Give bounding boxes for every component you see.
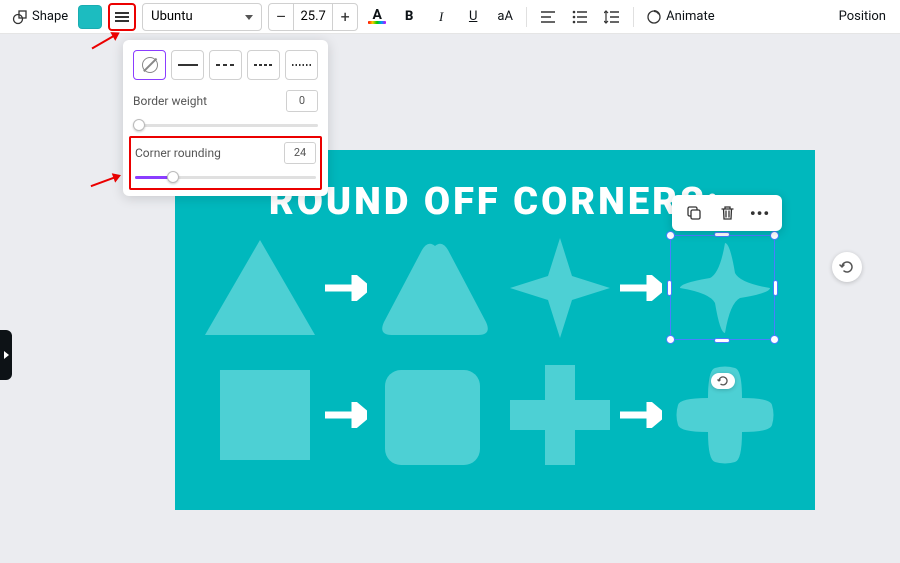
plus-sharp-shape[interactable] bbox=[510, 365, 610, 465]
font-size-decrease[interactable]: – bbox=[269, 7, 293, 26]
corner-rounding-value[interactable]: 24 bbox=[284, 142, 316, 164]
selection-context-toolbar: ••• bbox=[672, 195, 782, 231]
border-style-dotted[interactable] bbox=[285, 50, 318, 80]
animate-button[interactable]: Animate bbox=[642, 4, 718, 30]
selection-handle-nw[interactable] bbox=[666, 231, 675, 240]
font-size-value[interactable]: 25.7 bbox=[293, 4, 333, 30]
selection-handle-se[interactable] bbox=[770, 335, 779, 344]
border-style-none[interactable] bbox=[133, 50, 166, 80]
toolbar-separator bbox=[633, 7, 634, 27]
font-size-stepper: – 25.7 + bbox=[268, 3, 358, 31]
border-weight-value[interactable]: 0 bbox=[286, 90, 318, 112]
border-style-button[interactable] bbox=[108, 3, 136, 31]
shape-color-swatch[interactable] bbox=[78, 5, 102, 29]
arrow-right-icon bbox=[620, 275, 662, 301]
italic-button[interactable]: I bbox=[428, 4, 454, 30]
border-style-solid[interactable] bbox=[171, 50, 204, 80]
rotation-handle[interactable] bbox=[711, 373, 735, 389]
side-panel-expand-tab[interactable] bbox=[0, 330, 12, 380]
dot-line-icon bbox=[292, 64, 312, 66]
animate-label: Animate bbox=[666, 9, 714, 24]
alignment-button[interactable] bbox=[535, 4, 561, 30]
arrow-right-icon bbox=[325, 275, 367, 301]
underline-button[interactable]: U bbox=[460, 4, 486, 30]
selection-handle-ne[interactable] bbox=[770, 231, 779, 240]
annotation-arrow bbox=[92, 33, 119, 50]
border-style-popover: Border weight 0 Corner rounding 24 bbox=[123, 40, 328, 196]
triangle-sharp-shape[interactable] bbox=[205, 240, 315, 335]
annotation-highlight-box: Corner rounding 24 bbox=[129, 136, 322, 190]
list-icon bbox=[572, 10, 588, 24]
solid-line-icon bbox=[178, 64, 198, 66]
toolbar-separator bbox=[526, 7, 527, 27]
text-case-button[interactable]: aA bbox=[492, 4, 518, 30]
font-size-increase[interactable]: + bbox=[333, 7, 357, 26]
delete-button[interactable] bbox=[716, 202, 738, 224]
shape-tool-label: Shape bbox=[32, 9, 68, 24]
duplicate-button[interactable] bbox=[683, 202, 705, 224]
dash-line-icon bbox=[254, 64, 274, 66]
selection-handle-e[interactable] bbox=[773, 280, 778, 296]
font-name: Ubuntu bbox=[151, 9, 193, 24]
border-style-dashed-long[interactable] bbox=[209, 50, 242, 80]
more-options-button[interactable]: ••• bbox=[749, 202, 771, 224]
editor-toolbar: Shape Ubuntu – 25.7 + A B I U aA Animate… bbox=[0, 0, 900, 34]
trash-icon bbox=[720, 205, 735, 221]
square-rounded-shape[interactable] bbox=[385, 370, 480, 465]
selection-handle-w[interactable] bbox=[667, 280, 672, 296]
border-weight-slider[interactable] bbox=[133, 118, 318, 132]
border-lines-icon bbox=[114, 11, 130, 23]
text-color-letter: A bbox=[372, 9, 381, 21]
annotation-arrow bbox=[91, 175, 120, 187]
shape-tool-icon bbox=[12, 9, 28, 25]
border-style-row bbox=[133, 50, 318, 80]
selection-handle-sw[interactable] bbox=[666, 335, 675, 344]
dash-line-icon bbox=[216, 64, 236, 66]
border-weight-label: Border weight bbox=[133, 94, 207, 108]
font-family-select[interactable]: Ubuntu bbox=[142, 3, 262, 31]
square-sharp-shape[interactable] bbox=[220, 370, 310, 460]
selection-bounding-box[interactable] bbox=[670, 235, 775, 340]
spacing-button[interactable] bbox=[599, 4, 625, 30]
spacing-icon bbox=[604, 10, 620, 24]
triangle-rounded-shape[interactable] bbox=[380, 240, 490, 335]
star-sharp-shape[interactable] bbox=[510, 238, 610, 338]
rotate-icon bbox=[717, 375, 729, 387]
selection-handle-n[interactable] bbox=[714, 232, 730, 237]
text-color-button[interactable]: A bbox=[364, 4, 390, 30]
arrow-right-icon bbox=[325, 402, 367, 428]
refresh-icon bbox=[839, 259, 855, 275]
list-button[interactable] bbox=[567, 4, 593, 30]
duplicate-icon bbox=[686, 205, 702, 221]
selection-handle-s[interactable] bbox=[714, 338, 730, 343]
shape-tool-button[interactable]: Shape bbox=[8, 4, 72, 30]
rainbow-bar-icon bbox=[368, 21, 386, 24]
arrow-right-icon bbox=[620, 402, 662, 428]
border-style-dashed-short[interactable] bbox=[247, 50, 280, 80]
corner-rounding-slider[interactable] bbox=[135, 170, 316, 184]
bold-button[interactable]: B bbox=[396, 4, 422, 30]
corner-rounding-label: Corner rounding bbox=[135, 146, 221, 160]
animate-icon bbox=[646, 9, 662, 25]
none-icon bbox=[142, 57, 158, 73]
align-icon bbox=[540, 10, 556, 24]
position-button[interactable]: Position bbox=[833, 4, 892, 30]
regenerate-button[interactable] bbox=[832, 252, 862, 282]
